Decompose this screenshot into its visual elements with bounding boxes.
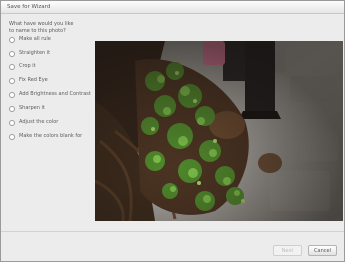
radio-button[interactable] (9, 37, 15, 43)
option-colors-blank[interactable]: Make the colors blank for (9, 133, 91, 140)
radio-button[interactable] (9, 106, 15, 112)
title-bar: Save for Wizard (1, 1, 344, 14)
option-adjust-color[interactable]: Adjust the color (9, 119, 91, 126)
radio-button[interactable] (9, 78, 15, 84)
option-crop[interactable]: Crop it (9, 63, 91, 70)
option-label: Straighten it (19, 50, 51, 56)
wizard-question: What have would you like to name to this… (9, 21, 74, 34)
option-fix-red-eye[interactable]: Fix Red Eye (9, 77, 91, 84)
radio-button[interactable] (9, 51, 15, 57)
wizard-window: Save for Wizard What have would you like… (0, 0, 345, 262)
cancel-button[interactable]: Cancel (308, 245, 337, 256)
photo-preview (95, 41, 343, 221)
option-label: Add Brightness and Contrast (19, 91, 91, 97)
window-title: Save for Wizard (7, 4, 51, 10)
radio-button[interactable] (9, 64, 15, 70)
option-sharpen[interactable]: Sharpen it (9, 105, 91, 112)
next-button[interactable]: Next (273, 245, 302, 256)
option-straighten[interactable]: Straighten it (9, 50, 91, 57)
option-brightness-contrast[interactable]: Add Brightness and Contrast (9, 91, 91, 98)
radio-button[interactable] (9, 120, 15, 126)
photo-image (95, 41, 343, 221)
footer-divider (1, 231, 344, 232)
option-label: Sharpen it (19, 105, 45, 111)
option-label: Make the colors blank for (19, 133, 83, 139)
radio-button[interactable] (9, 134, 15, 140)
option-label: Fix Red Eye (19, 77, 48, 83)
radio-button[interactable] (9, 92, 15, 98)
option-label: Adjust the color (19, 119, 59, 125)
option-label: Crop it (19, 63, 36, 69)
option-label: Make all rule (19, 36, 51, 42)
option-make-all-rule[interactable]: Make all rule (9, 36, 91, 43)
